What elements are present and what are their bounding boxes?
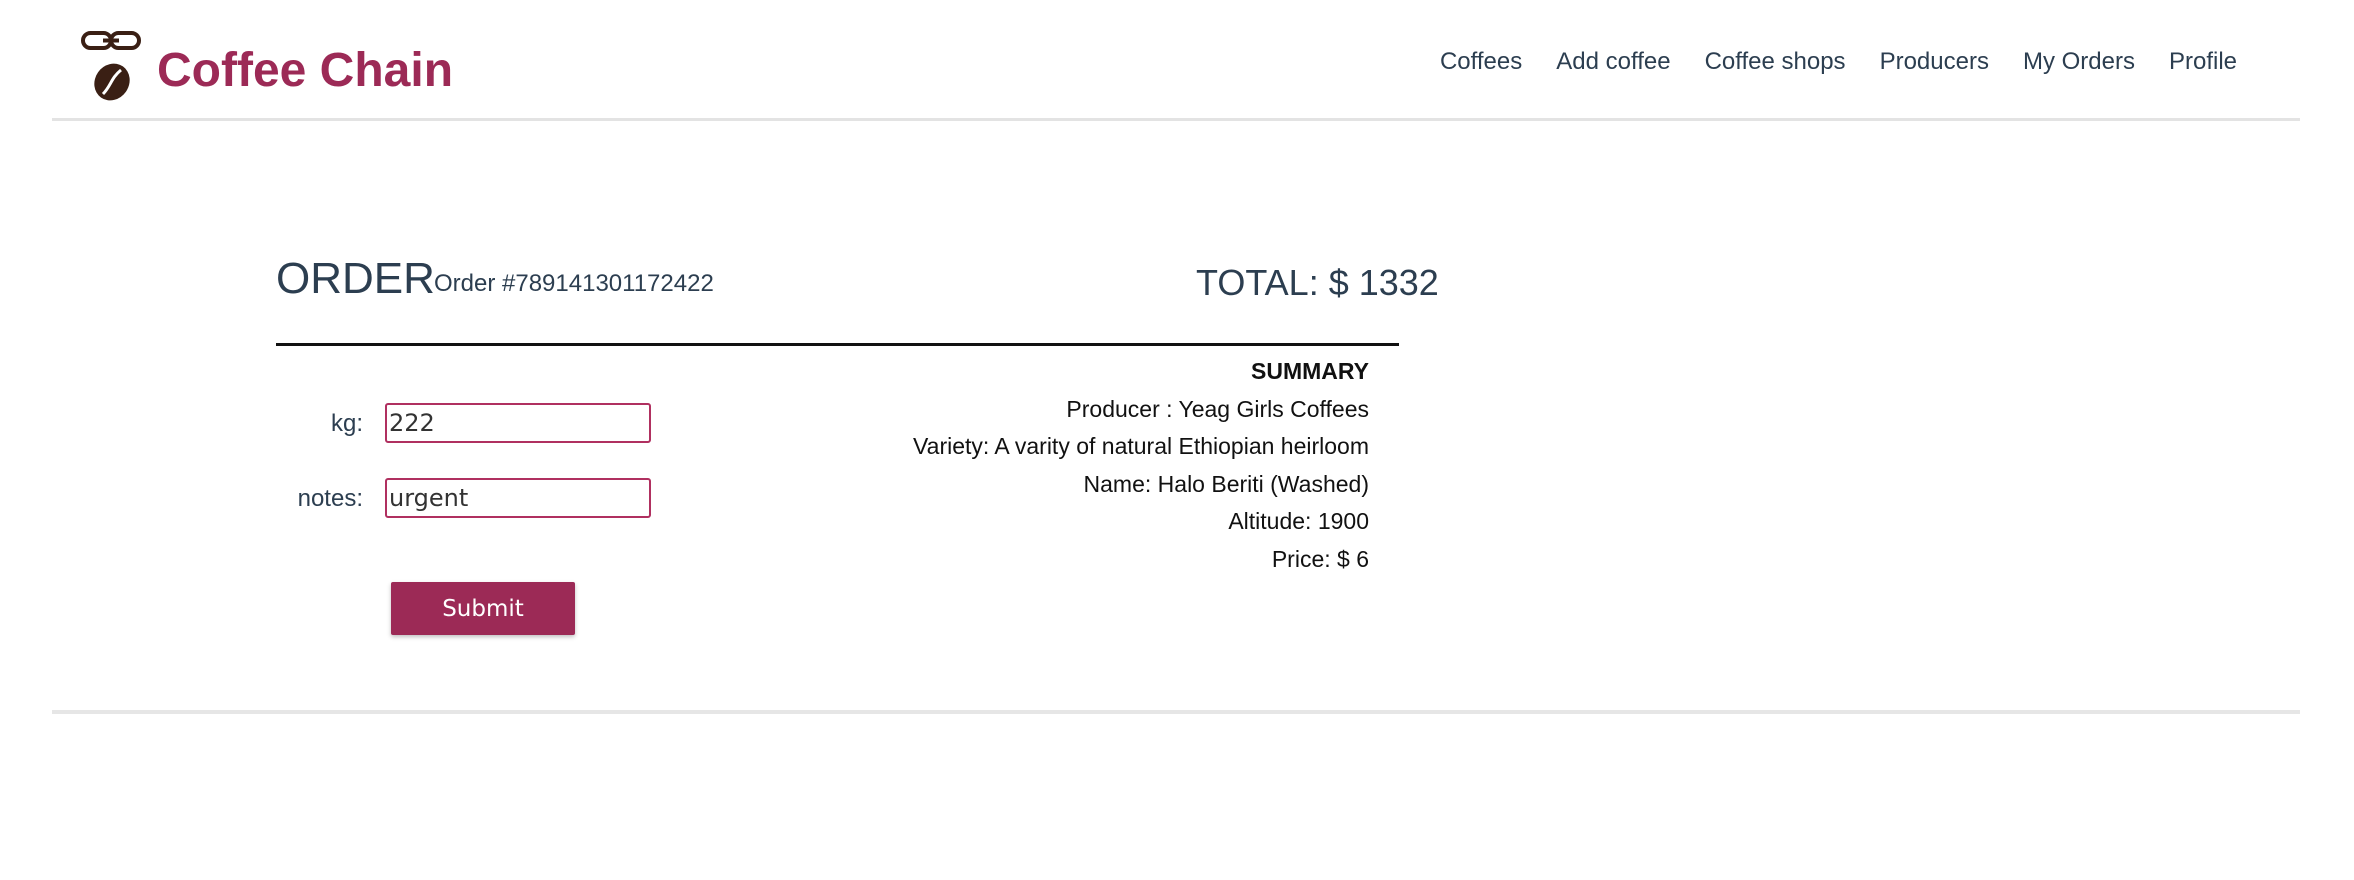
footer-divider xyxy=(52,710,2300,714)
summary-price: Price: $ 6 xyxy=(1271,545,1369,572)
order-number: Order #789141301172422 xyxy=(434,270,714,297)
nav-item-profile[interactable]: Profile xyxy=(2152,44,2254,80)
brand-name[interactable]: Coffee Chain xyxy=(157,38,453,104)
main-nav: Coffees Add coffee Coffee shops Producer… xyxy=(1423,44,2254,80)
notes-input[interactable] xyxy=(385,478,651,518)
nav-item-coffees[interactable]: Coffees xyxy=(1423,44,1539,80)
order-title: ORDER xyxy=(276,254,435,303)
summary-name: Name: Halo Beriti (Washed) xyxy=(1083,470,1369,497)
submit-button[interactable]: Submit xyxy=(391,582,575,635)
header: Coffee Chain Coffees Add coffee Coffee s… xyxy=(52,0,2300,121)
section-divider xyxy=(276,343,1399,346)
nav-item-producers[interactable]: Producers xyxy=(1863,44,2006,80)
summary-producer: Producer : Yeag Girls Coffees xyxy=(1066,395,1369,422)
page: Coffee Chain Coffees Add coffee Coffee s… xyxy=(0,0,2354,880)
kg-input[interactable] xyxy=(385,403,651,443)
summary-heading: SUMMARY xyxy=(1251,358,1369,384)
nav-item-my-orders[interactable]: My Orders xyxy=(2006,44,2152,80)
summary-altitude: Altitude: 1900 xyxy=(1228,508,1369,534)
order-total: TOTAL: $ 1332 xyxy=(1196,262,1439,303)
notes-label: notes: xyxy=(297,485,363,512)
kg-label: kg: xyxy=(330,410,363,437)
summary-variety: Variety: A varity of natural Ethiopian h… xyxy=(913,433,1369,459)
nav-item-coffee-shops[interactable]: Coffee shops xyxy=(1688,44,1863,80)
chain-coffee-bean-icon[interactable] xyxy=(81,30,143,102)
order-summary: SUMMARY Producer : Yeag Girls Coffees Va… xyxy=(880,353,1369,578)
nav-item-add-coffee[interactable]: Add coffee xyxy=(1539,44,1687,80)
